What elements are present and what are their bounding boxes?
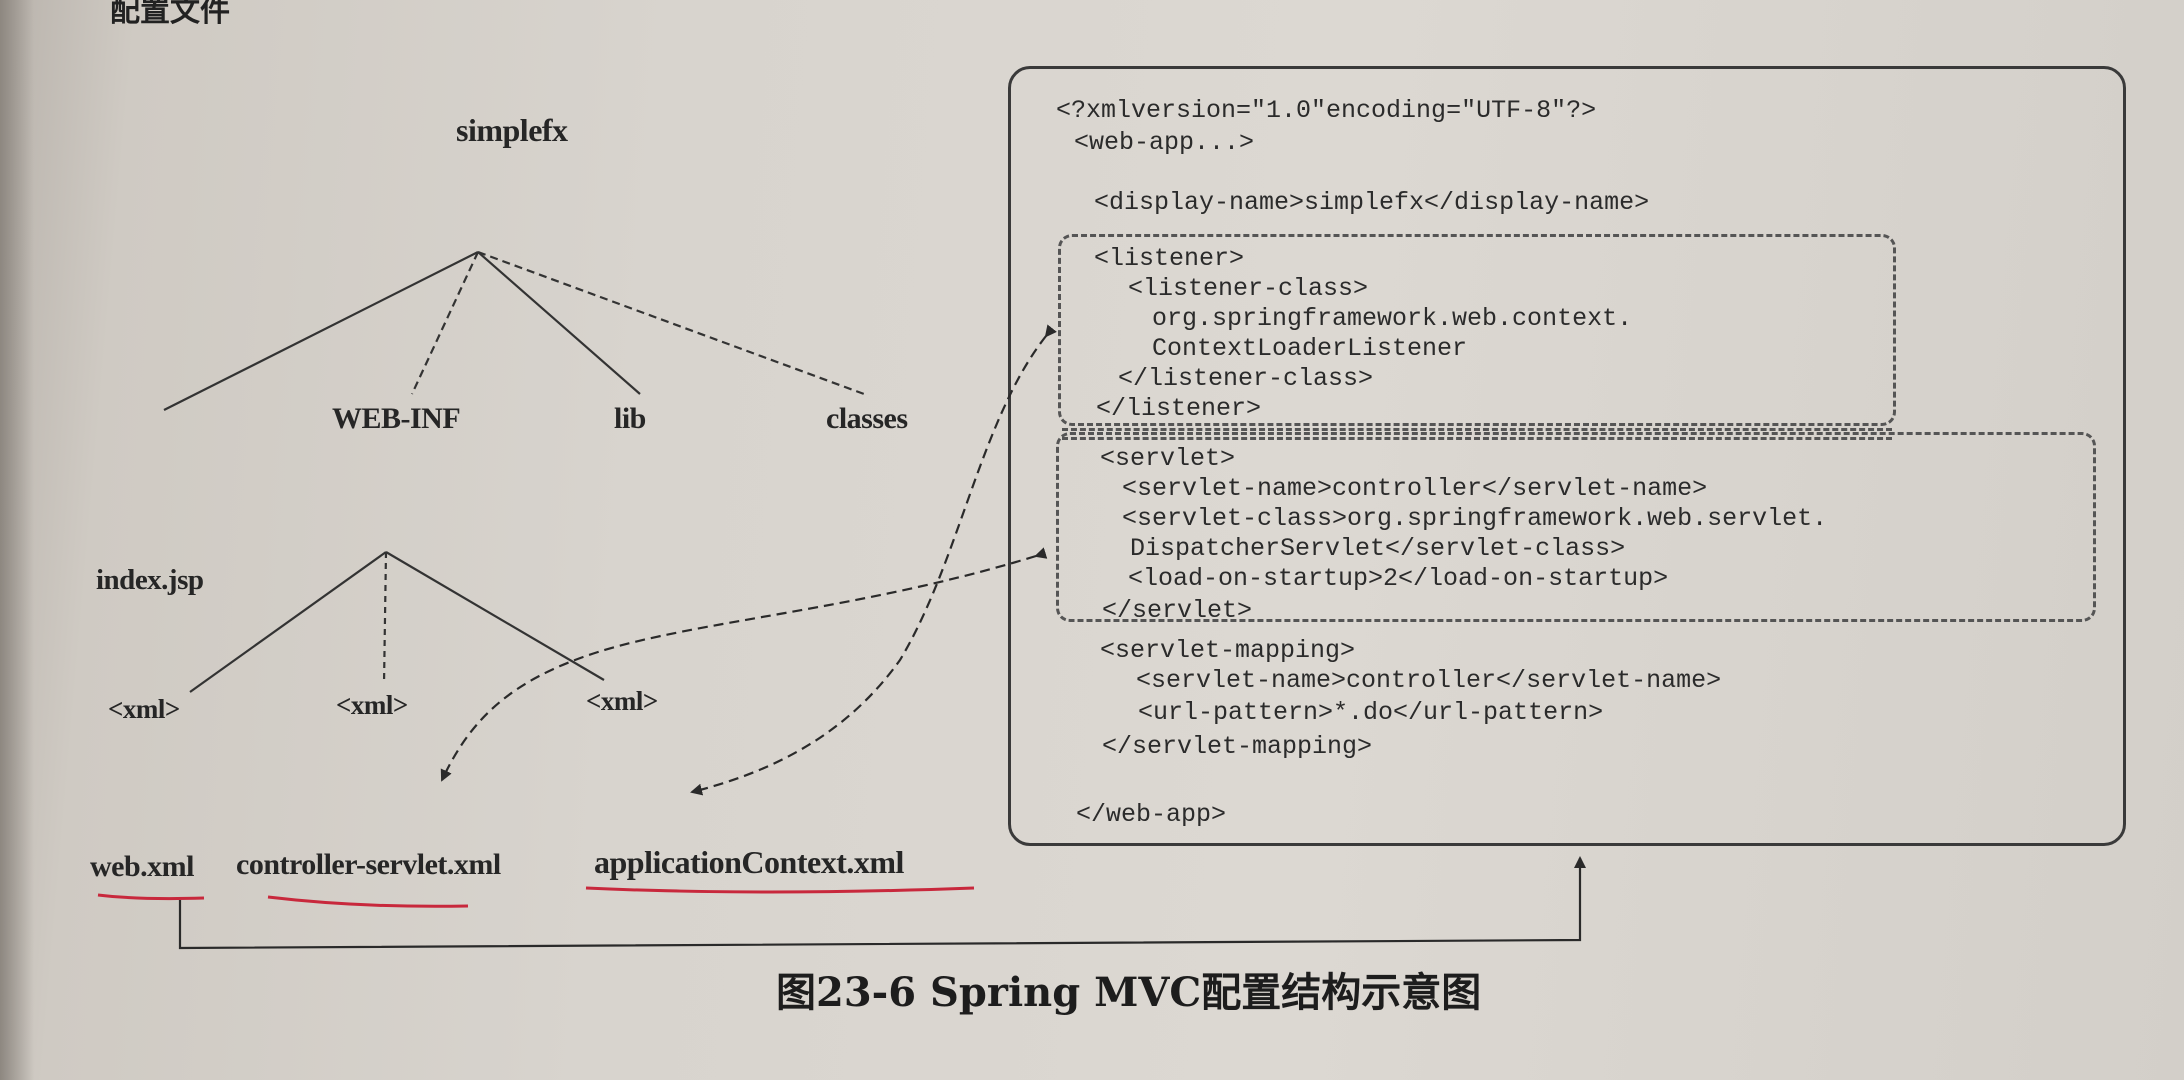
diagram-connectors xyxy=(97,250,1586,950)
underline-web-xml xyxy=(97,893,205,901)
arrow-to-controller-servlet xyxy=(440,547,1048,782)
figure-caption: 图23-6 Spring MVC配置结构示意图 xyxy=(776,969,1482,1016)
underline-controller-servlet-xml xyxy=(267,895,469,908)
simplefx-tree-branches xyxy=(163,250,865,411)
underline-application-context-xml xyxy=(585,886,975,894)
arrow-to-application-context xyxy=(690,324,1057,796)
index-tree-branches xyxy=(189,551,605,693)
web-xml-connector xyxy=(178,856,1586,950)
